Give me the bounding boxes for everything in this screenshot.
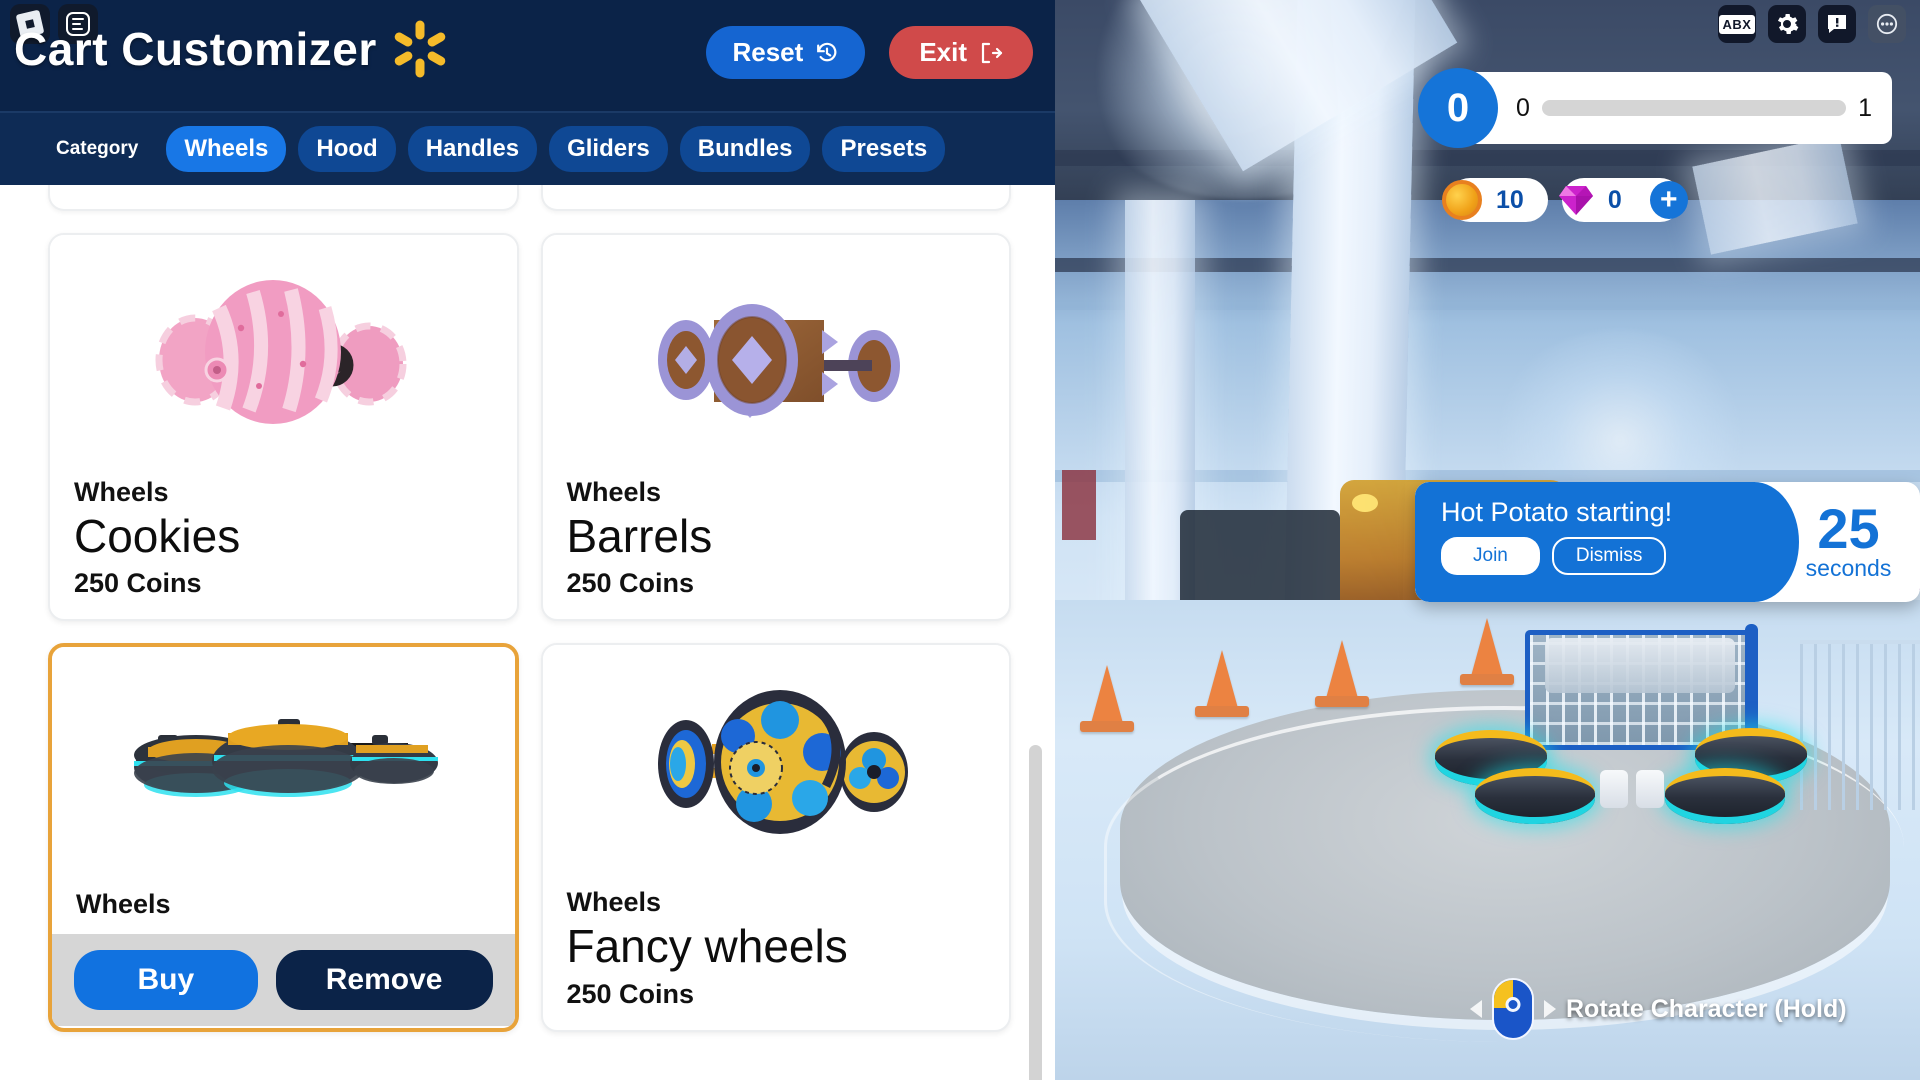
roblox-top-bar: ABX <box>1718 5 1906 43</box>
items-scrollbar[interactable] <box>1029 745 1042 1080</box>
partial-card-above <box>48 185 519 211</box>
item-name: Fancy wheels <box>566 920 848 973</box>
player-character-legs <box>1600 770 1670 810</box>
control-hint-label: Rotate Character (Hold) <box>1566 994 1847 1023</box>
tab-handles[interactable]: Handles <box>407 126 538 172</box>
page-title: Cart Customizer <box>14 23 377 75</box>
level-badge: 0 <box>1418 68 1498 148</box>
more-options-icon[interactable] <box>1868 5 1906 43</box>
item-meta: Wheels <box>52 883 515 934</box>
toast-message-area: Hot Potato starting! Join Dismiss <box>1415 482 1799 602</box>
tab-presets[interactable]: Presets <box>822 126 946 172</box>
chat-alert-icon[interactable] <box>1818 5 1856 43</box>
garage-railing <box>1800 640 1920 810</box>
remove-button[interactable]: Remove <box>275 950 493 1011</box>
item-meta: Wheels Cookies 250 Coins <box>50 471 517 619</box>
level-progress-hud: 0 0 1 <box>1418 68 1892 148</box>
tab-wheels[interactable]: Wheels <box>166 126 287 172</box>
item-category: Wheels <box>76 889 171 920</box>
item-category: Wheels <box>566 887 662 918</box>
event-notification-toast: Hot Potato starting! Join Dismiss 25 sec… <box>1415 482 1920 602</box>
item-thumbnail-cookies <box>50 235 517 471</box>
cart-contents <box>1545 638 1735 693</box>
items-grid: Wheels Cookies 250 Coins Wheels Barrels … <box>0 185 1055 1056</box>
card-action-bar: Buy Remove <box>52 934 515 1027</box>
gem-icon <box>1558 184 1594 216</box>
tab-gliders[interactable]: Gliders <box>549 126 668 172</box>
history-revert-icon <box>817 42 837 61</box>
coins-pill[interactable]: 10 <box>1442 178 1548 222</box>
add-currency-button[interactable]: + <box>1649 181 1688 219</box>
traffic-cone <box>1315 640 1369 707</box>
item-card-selected[interactable]: Wheels Buy Remove <box>48 643 519 1032</box>
item-category: Wheels <box>566 477 662 507</box>
item-card[interactable]: Wheels Barrels 250 Coins <box>540 233 1011 622</box>
tab-bundles[interactable]: Bundles <box>679 126 811 172</box>
item-meta: Wheels Fancy wheels 250 Coins <box>543 881 1010 1029</box>
traffic-cone <box>1195 650 1249 717</box>
xp-progress-track <box>1541 100 1847 116</box>
mouse-right-button-icon <box>1492 978 1534 1040</box>
xp-current-label: 0 <box>1516 93 1530 122</box>
join-event-button[interactable]: Join <box>1441 536 1540 575</box>
exit-button[interactable]: Exit <box>889 26 1033 79</box>
item-price: 250 Coins <box>566 978 695 1009</box>
category-tab-bar: Category Wheels Hood Handles Gliders Bun… <box>0 113 1055 185</box>
panel-header: Cart Customizer Reset Exit <box>0 0 1055 113</box>
item-card[interactable]: Wheels Fancy wheels 250 Coins <box>540 643 1011 1032</box>
dismiss-event-button[interactable]: Dismiss <box>1551 536 1667 575</box>
xp-next-label: 1 <box>1858 93 1872 122</box>
item-name: Barrels <box>566 510 713 562</box>
exit-door-arrow-icon <box>981 42 1003 63</box>
cart-wheel-neon <box>1475 768 1595 824</box>
item-thumbnail-barrels <box>542 235 1009 471</box>
captions-abx-icon[interactable]: ABX <box>1718 5 1756 43</box>
traffic-cone <box>1080 665 1134 732</box>
header-actions: Reset Exit <box>706 26 1033 79</box>
reset-label: Reset <box>732 37 804 67</box>
item-name: Cookies <box>74 510 241 562</box>
item-thumbnail-fancy <box>542 645 1009 882</box>
currency-hud: 10 0 + <box>1442 178 1688 222</box>
item-price: 250 Coins <box>74 568 202 599</box>
xp-bar-container: 0 1 <box>1472 72 1892 144</box>
partial-card-above <box>540 185 1011 211</box>
tab-hood[interactable]: Hood <box>298 126 396 172</box>
coin-icon <box>1442 180 1482 220</box>
items-scroll-area[interactable]: Wheels Cookies 250 Coins Wheels Barrels … <box>0 185 1055 1080</box>
coins-value: 10 <box>1496 185 1524 214</box>
toast-actions: Join Dismiss <box>1441 536 1755 575</box>
cart-wheel-neon <box>1665 768 1785 824</box>
background-prop <box>1062 470 1096 540</box>
cart-customizer-panel: Cart Customizer Reset Exit Category Whee… <box>0 0 1055 1080</box>
item-thumbnail-neon <box>52 647 515 884</box>
reset-button[interactable]: Reset <box>706 26 866 79</box>
toast-title: Hot Potato starting! <box>1441 497 1673 527</box>
item-category: Wheels <box>74 477 169 507</box>
gems-value: 0 <box>1607 185 1622 214</box>
control-hint: Rotate Character (Hold) <box>1470 978 1847 1040</box>
item-card[interactable]: Wheels Cookies 250 Coins <box>48 233 519 622</box>
chevron-left-icon <box>1470 1000 1482 1018</box>
settings-gear-icon[interactable] <box>1768 5 1806 43</box>
item-meta: Wheels Barrels 250 Coins <box>543 471 1010 619</box>
countdown-value: 25 <box>1817 496 1880 560</box>
buy-button[interactable]: Buy <box>74 950 258 1011</box>
chevron-right-icon <box>1544 1000 1556 1018</box>
page-title-row: Cart Customizer <box>14 20 447 78</box>
exit-label: Exit <box>919 37 967 67</box>
walmart-spark-icon <box>392 20 447 78</box>
gems-pill[interactable]: 0 + <box>1558 178 1688 222</box>
item-price: 250 Coins <box>566 568 695 599</box>
countdown-unit: seconds <box>1805 555 1892 582</box>
category-label: Category <box>56 138 139 159</box>
